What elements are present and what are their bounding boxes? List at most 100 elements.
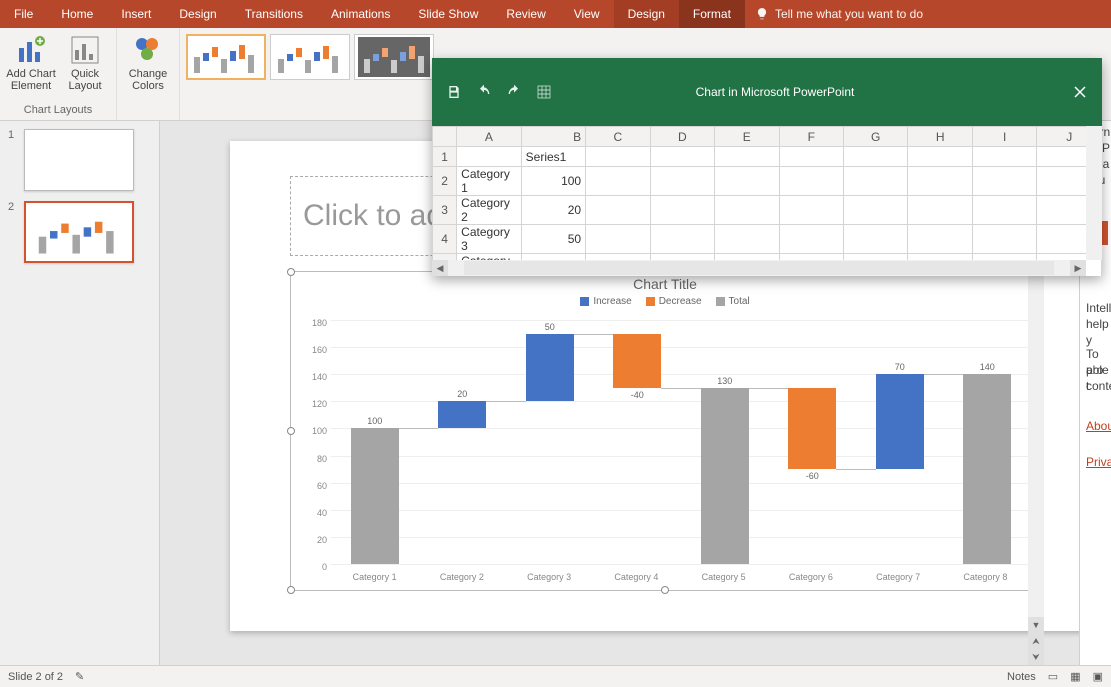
privacy-link[interactable]: Priva [1086,455,1111,471]
cell[interactable] [586,167,650,196]
chart-bar[interactable] [613,334,661,388]
excel-grid[interactable]: A B C D E F G H I J 1Series1 2Category 1… [432,126,1102,276]
tab-slideshow[interactable]: Slide Show [404,0,492,28]
row-header[interactable]: 1 [433,147,457,167]
quick-layout-button[interactable]: Quick Layout [60,32,110,100]
undo-icon[interactable] [476,84,492,100]
chart-bar[interactable] [526,334,574,402]
cell[interactable] [779,167,843,196]
scroll-right-button[interactable]: ▶ [1070,260,1086,276]
cell[interactable] [779,196,843,225]
cell[interactable] [586,147,650,167]
resize-handle[interactable] [287,268,295,276]
next-slide-button[interactable]: ⮟ [1028,649,1044,665]
change-colors-button[interactable]: Change Colors [123,32,173,100]
excel-scrollbar-horizontal[interactable]: ◀ ▶ [432,260,1086,276]
tab-transitions[interactable]: Transitions [231,0,317,28]
cell[interactable] [843,167,907,196]
chart-style-2[interactable] [270,34,350,80]
cell[interactable] [457,147,521,167]
chart-style-3[interactable] [354,34,434,80]
chart-bar[interactable] [438,401,486,428]
cell[interactable] [908,167,972,196]
chart-bar[interactable] [701,388,749,564]
cell[interactable]: Category 1 [457,167,521,196]
row-header[interactable]: 2 [433,167,457,196]
select-all-cell[interactable] [433,127,457,147]
cell[interactable] [715,225,779,254]
col-header[interactable]: F [779,127,843,147]
save-icon[interactable] [446,84,462,100]
tab-format[interactable]: Format [679,0,745,28]
tab-home[interactable]: Home [47,0,107,28]
cell[interactable] [650,225,714,254]
resize-handle[interactable] [661,586,669,594]
notes-button[interactable]: Notes [1007,671,1036,683]
resize-handle[interactable] [287,586,295,594]
cell[interactable] [650,167,714,196]
plot-area[interactable]: 020406080100120140160180 1002050-40130-6… [331,320,1029,562]
slide-thumb-2[interactable] [24,201,134,263]
cell[interactable] [586,225,650,254]
col-header[interactable]: B [521,127,585,147]
col-header[interactable]: E [715,127,779,147]
cell[interactable]: 100 [521,167,585,196]
normal-view-icon[interactable]: ▭ [1048,670,1058,683]
col-header[interactable]: H [908,127,972,147]
cell[interactable] [650,196,714,225]
excel-scrollbar-vertical[interactable] [1086,126,1102,260]
cell[interactable] [843,225,907,254]
cell[interactable] [908,147,972,167]
close-button[interactable] [1058,77,1102,107]
cell[interactable]: Category 2 [457,196,521,225]
cell[interactable] [715,196,779,225]
col-header[interactable]: I [972,127,1036,147]
chart-style-1[interactable] [186,34,266,80]
cell[interactable]: 20 [521,196,585,225]
tab-review[interactable]: Review [492,0,559,28]
about-link[interactable]: Abou [1086,419,1111,435]
chart-bar[interactable] [876,374,924,469]
chart-legend[interactable]: Increase Decrease Total [291,296,1039,307]
redo-icon[interactable] [506,84,522,100]
row-header[interactable]: 4 [433,225,457,254]
cell[interactable] [972,225,1036,254]
row-header[interactable]: 3 [433,196,457,225]
cell[interactable]: Series1 [521,147,585,167]
cell[interactable] [908,196,972,225]
slide-thumb-1[interactable] [24,129,134,191]
reading-view-icon[interactable]: ▣ [1093,670,1103,683]
cell[interactable] [843,147,907,167]
add-chart-element-button[interactable]: Add Chart Element [6,32,56,100]
resize-handle[interactable] [287,427,295,435]
tab-design[interactable]: Design [165,0,230,28]
chart-bar[interactable] [963,374,1011,564]
prev-slide-button[interactable]: ⮝ [1028,633,1044,649]
cell[interactable] [586,196,650,225]
col-header[interactable]: D [650,127,714,147]
cell[interactable] [972,147,1036,167]
chart-bar[interactable] [788,388,836,469]
tab-file[interactable]: File [0,0,47,28]
col-header[interactable]: G [843,127,907,147]
scroll-down-button[interactable]: ▼ [1028,617,1044,633]
cell[interactable] [779,225,843,254]
chart-object[interactable]: Chart Title Increase Decrease Total 0204… [290,271,1040,591]
cell[interactable] [650,147,714,167]
tab-chart-design[interactable]: Design [614,0,679,28]
sorter-view-icon[interactable]: ▦ [1070,670,1080,683]
tab-view[interactable]: View [560,0,614,28]
tell-me[interactable]: Tell me what you want to do [745,0,933,28]
scroll-track[interactable] [464,261,1054,275]
tab-animations[interactable]: Animations [317,0,404,28]
cell[interactable] [843,196,907,225]
chart-data-window[interactable]: Chart in Microsoft PowerPoint A B C D E … [432,58,1102,276]
cell[interactable]: 50 [521,225,585,254]
tab-insert[interactable]: Insert [107,0,165,28]
cell[interactable] [908,225,972,254]
cell[interactable] [715,147,779,167]
cell[interactable] [972,196,1036,225]
chart-bar[interactable] [351,428,399,564]
spell-check-icon[interactable]: ✎ [75,670,84,683]
edit-data-icon[interactable] [536,84,552,100]
